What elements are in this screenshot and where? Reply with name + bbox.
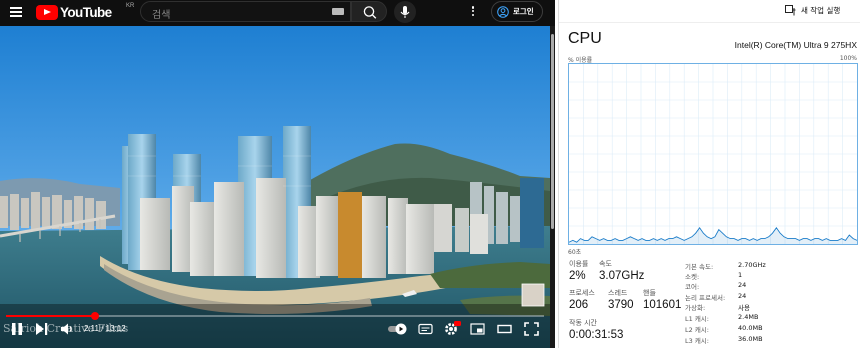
spec-value: 2.70GHz <box>738 261 766 269</box>
youtube-header: YouTube KR 검색 로그인 <box>0 0 555 26</box>
spec-label: 소켓: <box>685 273 700 281</box>
processes-value: 206 <box>569 299 589 311</box>
search-placeholder: 검색 <box>152 10 171 21</box>
page-title: CPU <box>568 30 602 47</box>
next-icon[interactable] <box>35 322 49 336</box>
player-controls: Salrioh Creative Films 2:11 / 13:12 <box>0 308 550 348</box>
scrollbar[interactable] <box>550 26 555 348</box>
spec-label: L1 캐시: <box>685 315 709 323</box>
pause-icon[interactable] <box>10 322 24 336</box>
cpu-model-name: Intel(R) Core(TM) Ultra 9 275HX <box>734 40 857 50</box>
search-button[interactable] <box>351 1 387 22</box>
user-icon <box>497 5 509 18</box>
threads-label: 스레드 <box>608 289 628 297</box>
autoplay-toggle-icon[interactable] <box>387 322 409 336</box>
volume-icon[interactable] <box>60 322 75 336</box>
scrollbar-thumb[interactable] <box>551 34 554 229</box>
voice-search-button[interactable] <box>394 1 416 23</box>
search-icon <box>363 6 377 19</box>
graph-max-label: 100% <box>839 55 857 62</box>
youtube-window: YouTube KR 검색 로그인 Salrioh Creative Films… <box>0 0 555 348</box>
spec-value: 36.0MB <box>738 335 763 343</box>
youtube-play-logo-icon <box>36 4 58 20</box>
spec-value: 사용 <box>738 304 750 312</box>
login-label: 로그인 <box>513 7 534 16</box>
progress-bar[interactable] <box>6 312 544 320</box>
miniplayer-icon[interactable] <box>470 322 485 336</box>
mic-icon <box>400 6 410 18</box>
menu-icon[interactable] <box>10 5 24 19</box>
cpu-utilization-graph <box>568 63 858 245</box>
handles-label: 핸들 <box>643 289 656 297</box>
uptime-label: 작동 시간 <box>569 319 597 327</box>
screen: YouTube KR 검색 로그인 Salrioh Creative Films… <box>0 0 860 348</box>
utilization-label: 이용률 <box>569 260 589 268</box>
divider <box>559 22 860 23</box>
spec-label: 기본 속도: <box>685 263 714 271</box>
progress-scrubber[interactable] <box>91 312 100 320</box>
settings-icon[interactable] <box>443 320 461 336</box>
run-task-icon <box>785 5 796 16</box>
cpu-graph-svg <box>569 64 857 244</box>
search-input[interactable]: 검색 <box>140 1 351 22</box>
spec-label: L3 캐시: <box>685 337 709 345</box>
youtube-logo[interactable]: YouTube KR <box>36 3 134 20</box>
spec-label: 코어: <box>685 283 700 291</box>
spec-value: 2.4MB <box>738 313 759 321</box>
spec-value: 40.0MB <box>738 324 763 332</box>
speed-value: 3.07GHz <box>599 270 645 282</box>
run-new-task-label: 새 작업 실행 <box>801 6 841 15</box>
video-player[interactable] <box>0 26 550 348</box>
graph-time-span-label: 60초 <box>568 249 582 256</box>
threads-value: 3790 <box>608 299 634 311</box>
spec-label: 논리 프로세서: <box>685 294 726 302</box>
time-display: 2:11 / 13:12 <box>84 324 126 333</box>
theater-icon[interactable] <box>497 322 512 336</box>
run-new-task-button[interactable]: 새 작업 실행 <box>785 5 840 16</box>
logo-text: YouTube <box>60 4 112 20</box>
task-manager-panel: 새 작업 실행 CPU Intel(R) Core(TM) Ultra 9 27… <box>558 0 860 348</box>
spec-label: L2 캐시: <box>685 326 709 334</box>
video-frame-city-skyline <box>0 26 550 348</box>
login-button[interactable]: 로그인 <box>491 1 543 22</box>
spec-value: 24 <box>738 281 747 289</box>
uptime-value: 0:00:31:53 <box>569 329 624 341</box>
spec-value: 24 <box>738 292 747 300</box>
fullscreen-icon[interactable] <box>524 322 539 336</box>
subtitles-icon[interactable] <box>418 322 433 336</box>
processes-label: 프로세스 <box>569 289 595 297</box>
speed-label: 속도 <box>599 260 612 268</box>
spec-value: 1 <box>738 271 743 279</box>
spec-label: 가상화: <box>685 304 706 312</box>
utilization-value: 2% <box>569 270 586 282</box>
progress-played <box>6 315 96 317</box>
keyboard-icon[interactable] <box>332 8 344 15</box>
handles-value: 101601 <box>643 299 682 311</box>
region-code: KR <box>126 3 135 9</box>
more-icon[interactable] <box>470 5 476 19</box>
